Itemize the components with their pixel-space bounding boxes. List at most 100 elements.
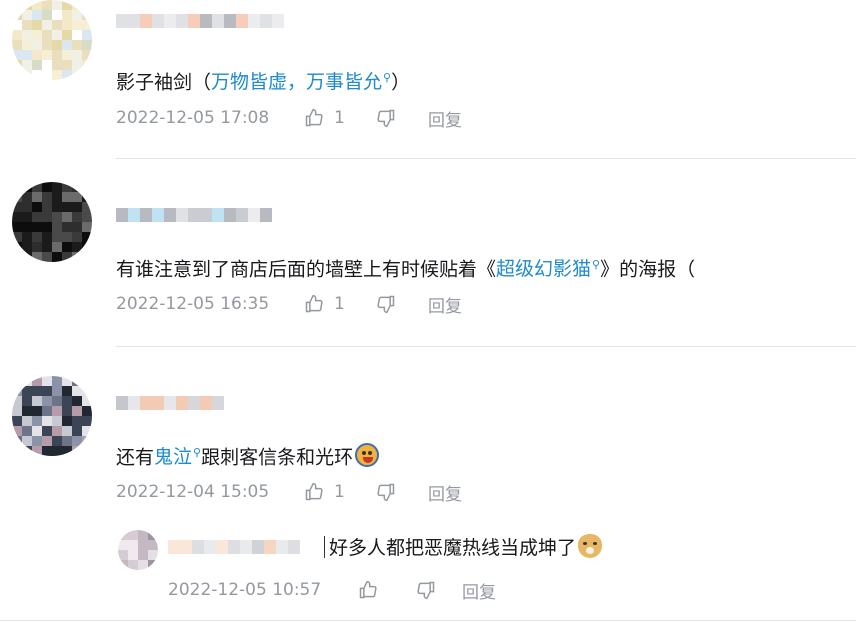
mosaic-tile [252,540,264,554]
mosaic-tile [260,14,272,28]
mosaic-tile [32,212,42,222]
mosaic-tile [52,426,62,436]
mosaic-tile [82,406,92,416]
mosaic-tile [22,30,32,40]
sub-reply-time: 2022-12-05 10:57 [168,580,322,600]
mosaic-tile [118,540,128,550]
mosaic-tile [12,182,22,192]
mosaic-tile [248,208,260,222]
mosaic-tile [72,182,82,192]
mosaic-tile [42,232,52,242]
mosaic-tile [72,0,82,10]
mosaic-tile [42,406,52,416]
mosaic-tile [72,252,82,262]
mosaic-tile [82,376,92,386]
mosaic-tile [12,376,22,386]
mosaic-tile [32,222,42,232]
mosaic-tile [82,40,92,50]
mosaic-tile [62,70,72,80]
reply-button[interactable]: 回复 [462,578,496,603]
like-button[interactable]: 1 [304,294,376,314]
mosaic-tile [42,242,52,252]
mosaic-tile [12,30,22,40]
avatar[interactable] [118,530,158,570]
avatar[interactable] [12,0,92,80]
mosaic-tile [32,416,42,426]
mosaic-tile [52,376,62,386]
reply-button[interactable]: 回复 [428,480,462,505]
mosaic-tile [228,540,240,554]
mosaic-tile [52,60,62,70]
mosaic-tile [180,540,192,554]
mosaic-tile [42,252,52,262]
mosaic-tile [62,446,72,456]
mosaic-tile [52,10,62,20]
search-link[interactable]: 鬼泣⚲ [154,446,201,468]
mosaic-tile [72,242,82,252]
dislike-button[interactable] [416,580,462,600]
mosaic-tile [52,50,62,60]
thumbs-up-icon [305,108,323,127]
mosaic-tile [164,208,176,222]
comment-text-after: ） [391,71,411,94]
username[interactable] [116,392,224,414]
dislike-button[interactable] [376,482,428,502]
mosaic-tile [138,530,148,540]
mosaic-tile [22,232,32,242]
mosaic-tile [42,426,52,436]
comment-text-before: 还有 [116,446,155,469]
mosaic-tile [22,10,32,20]
mosaic-tile [62,202,72,212]
doge-emoji-icon [578,534,603,558]
like-button[interactable]: 1 [304,482,376,502]
dislike-button[interactable] [376,294,428,314]
username[interactable] [116,204,272,226]
mosaic-tile [72,70,82,80]
mosaic-tile [22,242,32,252]
mosaic-tile [62,406,72,416]
mosaic-tile [72,416,82,426]
search-link[interactable]: 万物皆虚，万事皆允⚲ [211,71,391,93]
comment-item: 影子袖剑（万物皆虚，万事皆允⚲） 2022-12-05 17:08 1 回复 [0,0,856,160]
mosaic-tile [82,396,92,406]
mosaic-tile [52,222,62,232]
mosaic-tile [152,208,164,222]
mosaic-tile [224,14,236,28]
mosaic-tile [188,14,200,28]
mosaic-tile [72,10,82,20]
reply-button[interactable]: 回复 [428,292,462,317]
mosaic-tile [72,30,82,40]
mosaic-tile [22,50,32,60]
mosaic-tile [52,192,62,202]
mosaic-tile [82,30,92,40]
mosaic-tile [148,550,158,560]
search-link[interactable]: 超级幻影猫⚲ [496,258,600,280]
avatar[interactable] [12,376,92,456]
mosaic-tile [72,202,82,212]
mosaic-tile [42,60,52,70]
mosaic-tile [118,560,128,570]
mosaic-tile [148,560,158,570]
mosaic-tile [42,436,52,446]
mosaic-tile [152,14,164,28]
mosaic-tile [176,396,188,410]
mosaic-tile [212,208,224,222]
like-button[interactable] [358,580,416,600]
reply-button[interactable]: 回复 [428,106,462,131]
avatar[interactable] [12,182,92,262]
comment-text-before: 有谁注意到了商店后面的墙壁上有时候贴着《 [116,258,497,281]
mosaic-tile [42,192,52,202]
mosaic-tile [260,208,272,222]
mosaic-tile [62,182,72,192]
mosaic-tile [12,70,22,80]
dislike-button[interactable] [376,108,428,128]
like-button[interactable]: 1 [304,108,376,128]
mosaic-tile [72,40,82,50]
mosaic-tile [188,208,200,222]
comment-time: 2022-12-04 15:05 [116,482,270,502]
mosaic-tile [42,182,52,192]
like-count: 1 [334,482,345,502]
username[interactable] [168,536,300,558]
comment-text: 还有鬼泣⚲跟刺客信条和光环 [116,440,380,470]
username[interactable] [116,10,284,32]
